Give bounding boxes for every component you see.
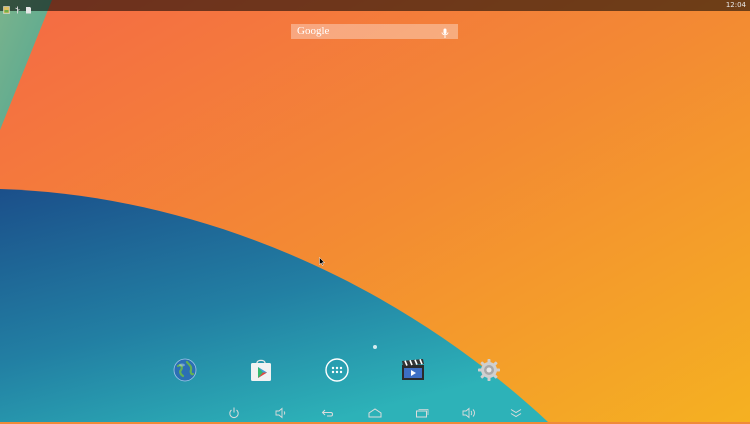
status-icons — [3, 1, 32, 14]
google-logo-text: Google — [297, 25, 330, 37]
video-player-icon[interactable] — [400, 357, 426, 383]
navigation-bar — [0, 402, 750, 422]
microphone-icon[interactable] — [441, 26, 449, 38]
recent-apps-icon[interactable] — [415, 406, 429, 418]
google-search-bar[interactable]: Google — [291, 24, 458, 39]
status-bar: 12:04 — [0, 0, 750, 14]
browser-globe-icon[interactable] — [172, 357, 198, 383]
photo-notification-icon — [3, 1, 10, 14]
volume-down-icon[interactable] — [274, 406, 288, 419]
home-icon[interactable] — [368, 406, 382, 418]
power-icon[interactable] — [227, 406, 241, 418]
dock — [0, 357, 750, 383]
sd-card-icon — [25, 1, 32, 14]
back-icon[interactable] — [321, 406, 335, 418]
page-indicator — [373, 345, 377, 349]
app-drawer-icon[interactable] — [324, 357, 350, 383]
hide-bar-icon[interactable] — [509, 406, 523, 418]
settings-gear-icon[interactable] — [476, 357, 502, 383]
clock: 12:04 — [725, 1, 746, 9]
usb-icon — [14, 1, 21, 14]
play-store-icon[interactable] — [248, 357, 274, 383]
mouse-cursor-icon — [319, 257, 325, 266]
volume-up-icon[interactable] — [462, 406, 476, 419]
